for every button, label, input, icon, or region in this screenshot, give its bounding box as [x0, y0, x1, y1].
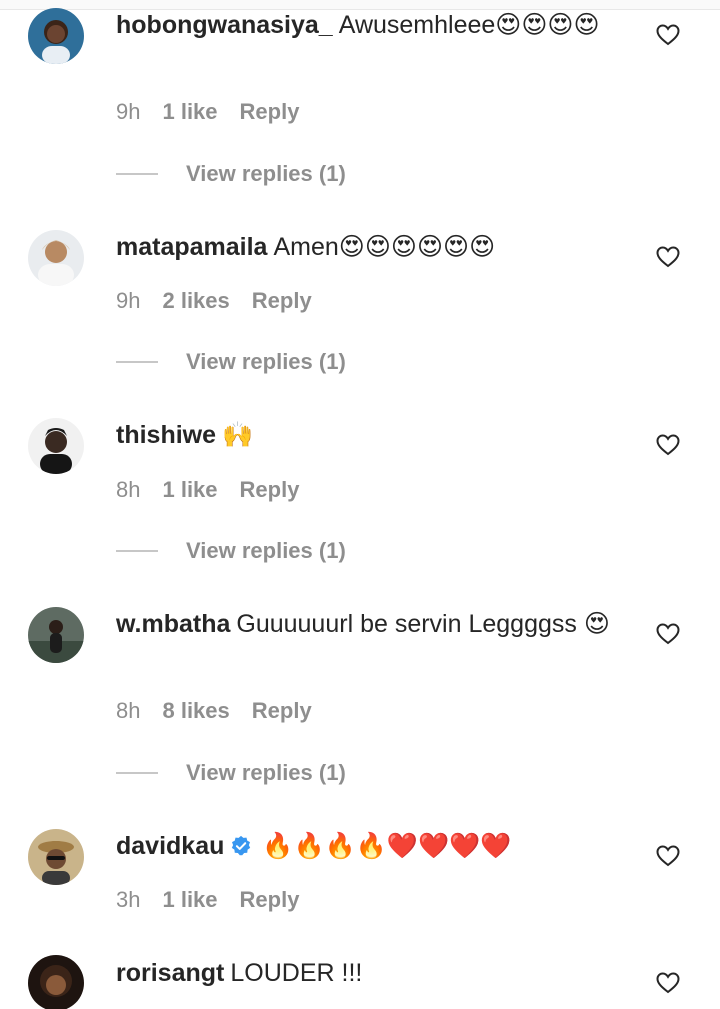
comment-time: 3h [116, 887, 141, 913]
comment-meta: 9h 2 likes Reply [116, 287, 312, 314]
like-heart-icon[interactable] [656, 246, 680, 268]
comment-meta: 8h 8 likes Reply [116, 697, 312, 724]
avatar[interactable] [28, 829, 84, 885]
avatar[interactable] [28, 607, 84, 663]
like-heart-icon[interactable] [656, 434, 680, 456]
comment-likes[interactable]: 1 like [162, 477, 217, 503]
verified-badge-icon [230, 835, 252, 857]
comment-meta: 3h 1 like Reply [116, 886, 299, 913]
comment-body: Guuuuuurl be servin Leggggss 😍 [236, 610, 610, 638]
comment-text: davidkau 🔥🔥🔥🔥❤️❤️❤️❤️ [116, 829, 616, 863]
comment-body: 🔥🔥🔥🔥❤️❤️❤️❤️ [262, 832, 512, 860]
avatar[interactable] [28, 230, 84, 286]
view-replies-button[interactable]: View replies (1) [116, 759, 346, 786]
comment-time: 9h [116, 288, 141, 314]
comment-meta: 8h 1 like Reply [116, 476, 299, 503]
like-heart-icon[interactable] [656, 623, 680, 645]
view-replies-label: View replies (1) [186, 760, 346, 786]
view-replies-label: View replies (1) [186, 538, 346, 564]
comment-username[interactable]: matapamaila [116, 233, 267, 261]
avatar[interactable] [28, 8, 84, 64]
reply-button[interactable]: Reply [252, 698, 312, 724]
comment-body: LOUDER !!! [230, 959, 363, 987]
avatar[interactable] [28, 955, 84, 1009]
comment-username[interactable]: davidkau [116, 832, 224, 860]
like-heart-icon[interactable] [656, 845, 680, 867]
comment-username[interactable]: w.mbatha [116, 610, 230, 638]
reply-button[interactable]: Reply [240, 99, 300, 125]
comment-text: hobongwanasiya_ Awusemhleee😍😍😍😍 [116, 8, 616, 42]
view-replies-label: View replies (1) [186, 161, 346, 187]
reply-button[interactable]: Reply [252, 288, 312, 314]
comment-likes[interactable]: 1 like [162, 99, 217, 125]
comment-username[interactable]: thishiwe [116, 421, 216, 449]
comment-body: Awusemhleee😍😍😍😍 [338, 11, 600, 39]
comment-text: thishiwe 🙌 [116, 418, 616, 452]
comment-time: 8h [116, 698, 141, 724]
comment-meta: 9h 1 like Reply [116, 98, 299, 125]
replies-dash [116, 550, 158, 553]
view-replies-button[interactable]: View replies (1) [116, 160, 346, 187]
comment-text: rorisangt LOUDER !!! [116, 956, 616, 990]
comment-likes[interactable]: 8 likes [162, 698, 229, 724]
view-replies-label: View replies (1) [186, 349, 346, 375]
comment-likes[interactable]: 1 like [162, 887, 217, 913]
comment-username[interactable]: rorisangt [116, 959, 224, 987]
replies-dash [116, 361, 158, 364]
comment-time: 8h [116, 477, 141, 503]
comment-text: matapamaila Amen😍😍😍😍😍😍 [116, 230, 616, 264]
comment-body: 🙌 [222, 421, 254, 449]
comment-username[interactable]: hobongwanasiya_ [116, 11, 333, 39]
comment-time: 9h [116, 99, 141, 125]
comment-likes[interactable]: 2 likes [162, 288, 229, 314]
view-replies-button[interactable]: View replies (1) [116, 537, 346, 564]
reply-button[interactable]: Reply [240, 477, 300, 503]
comment-body: Amen😍😍😍😍😍😍 [273, 233, 496, 261]
replies-dash [116, 772, 158, 775]
comment-text: w.mbatha Guuuuuurl be servin Leggggss 😍 [116, 607, 616, 641]
avatar[interactable] [28, 418, 84, 474]
like-heart-icon[interactable] [656, 972, 680, 994]
view-replies-button[interactable]: View replies (1) [116, 348, 346, 375]
reply-button[interactable]: Reply [240, 887, 300, 913]
like-heart-icon[interactable] [656, 24, 680, 46]
replies-dash [116, 173, 158, 176]
